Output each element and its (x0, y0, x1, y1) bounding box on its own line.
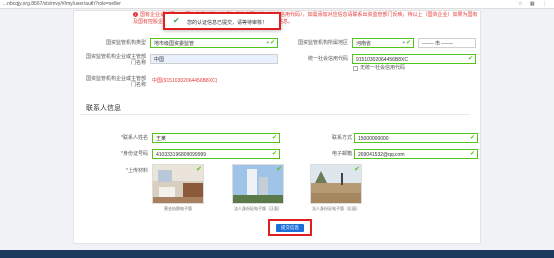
province-select[interactable]: 河南省 ▾ ✔ (352, 38, 414, 48)
contact-name-value: 王某 (156, 136, 167, 142)
caption-id-back: 法人身份证电子版（反面） (312, 206, 360, 211)
org-name-label: 国资监管机构企业或主管部门名称 (85, 54, 146, 66)
check-icon: ✔ (173, 16, 180, 25)
org-name-input[interactable]: 中国 (150, 54, 278, 64)
org-plain-value: 中国(91510302064456B8XC) (152, 78, 218, 84)
no-credit-label: 无统一社会信用代码 (360, 65, 406, 71)
check-icon: ✔ (269, 40, 275, 46)
org-type-value: 地市级国资委监管 (154, 41, 195, 47)
chevron-down-icon: ▾ (266, 40, 269, 46)
credit-code-value: 91510302064456B8XC (356, 57, 408, 63)
info-icon: ! (133, 12, 138, 17)
contact-name-label: *联系人姓名 (121, 135, 148, 141)
province-value: 河南省 (356, 41, 372, 47)
check-icon: ✔ (405, 40, 411, 46)
credit-code-input[interactable]: 91510302064456B8XC ✔ (352, 54, 476, 64)
no-credit-checkbox[interactable] (353, 66, 358, 71)
org-type-label: 国资监管机构类型 (105, 40, 146, 46)
caption-license: 营业执照电子版 (164, 206, 192, 211)
check-icon: ✔ (271, 151, 277, 157)
contact-name-input[interactable]: 王某 ✔ (152, 133, 280, 143)
submit-highlight: 提交信息 (268, 219, 312, 236)
submit-button[interactable]: 提交信息 (276, 224, 304, 232)
id-front-image[interactable]: ✔ (232, 164, 284, 204)
chevron-down-icon: ▾ (402, 40, 405, 46)
email-value: 269041532@qq.com (358, 152, 405, 158)
email-input[interactable]: 269041532@qq.com ✔ (354, 149, 478, 159)
success-toast: ✔ 您的认证信息已提交，请等待审核！ (163, 12, 281, 30)
browser-toolbar-icons[interactable]: ☆ ▦ ⋮ (518, 1, 550, 7)
id-number-input[interactable]: 410333196809099999 ✔ (152, 149, 280, 159)
credit-code-label: 统一社会信用代码 (307, 56, 348, 62)
toast-message: 您的认证信息已提交，请等待审核！ (187, 20, 268, 26)
check-icon: ✔ (467, 56, 473, 62)
caption-id-front: 法人身份证电子版（正面） (234, 206, 282, 211)
id-back-image[interactable]: ✔ (310, 164, 362, 204)
check-icon: ✔ (276, 166, 282, 173)
browser-address-bar[interactable]: ...nbcqjy.org.8667/xls/mvy/#/my/user/aut… (0, 0, 554, 9)
url-text[interactable]: ...nbcqjy.org.8667/xls/mvy/#/my/user/aut… (3, 1, 121, 7)
check-icon: ✔ (469, 151, 475, 157)
phone-input[interactable]: 15000000000 ✔ (354, 133, 478, 143)
section-divider (80, 114, 470, 115)
phone-value: 15000000000 (358, 136, 389, 142)
upload-label: *上传材料 (126, 168, 148, 174)
email-label: 电子邮箱 (331, 151, 352, 157)
check-icon: ✔ (469, 135, 475, 141)
id-number-value: 410333196809099999 (156, 152, 207, 158)
page-footer (0, 250, 554, 258)
org-name-value: 中国 (154, 57, 165, 63)
check-icon: ✔ (271, 135, 277, 141)
city-select[interactable]: ------- 市 ------- (418, 38, 476, 48)
check-icon: ✔ (196, 166, 202, 173)
org-plain-label: 国资监管机构企业或主管部门名称 (85, 76, 146, 88)
phone-label: 联系方式 (331, 135, 352, 141)
contact-section-title: 联系人信息 (86, 105, 121, 112)
org-type-select[interactable]: 地市级国资委监管 ▾ ✔ (150, 38, 278, 48)
city-value: ------- 市 ------- (422, 41, 454, 47)
id-number-label: *身份证号码 (121, 151, 148, 157)
region-label: 国资监管机构所属地区 (297, 40, 348, 46)
check-icon: ✔ (354, 166, 360, 173)
business-license-image[interactable]: ✔ (152, 164, 204, 204)
